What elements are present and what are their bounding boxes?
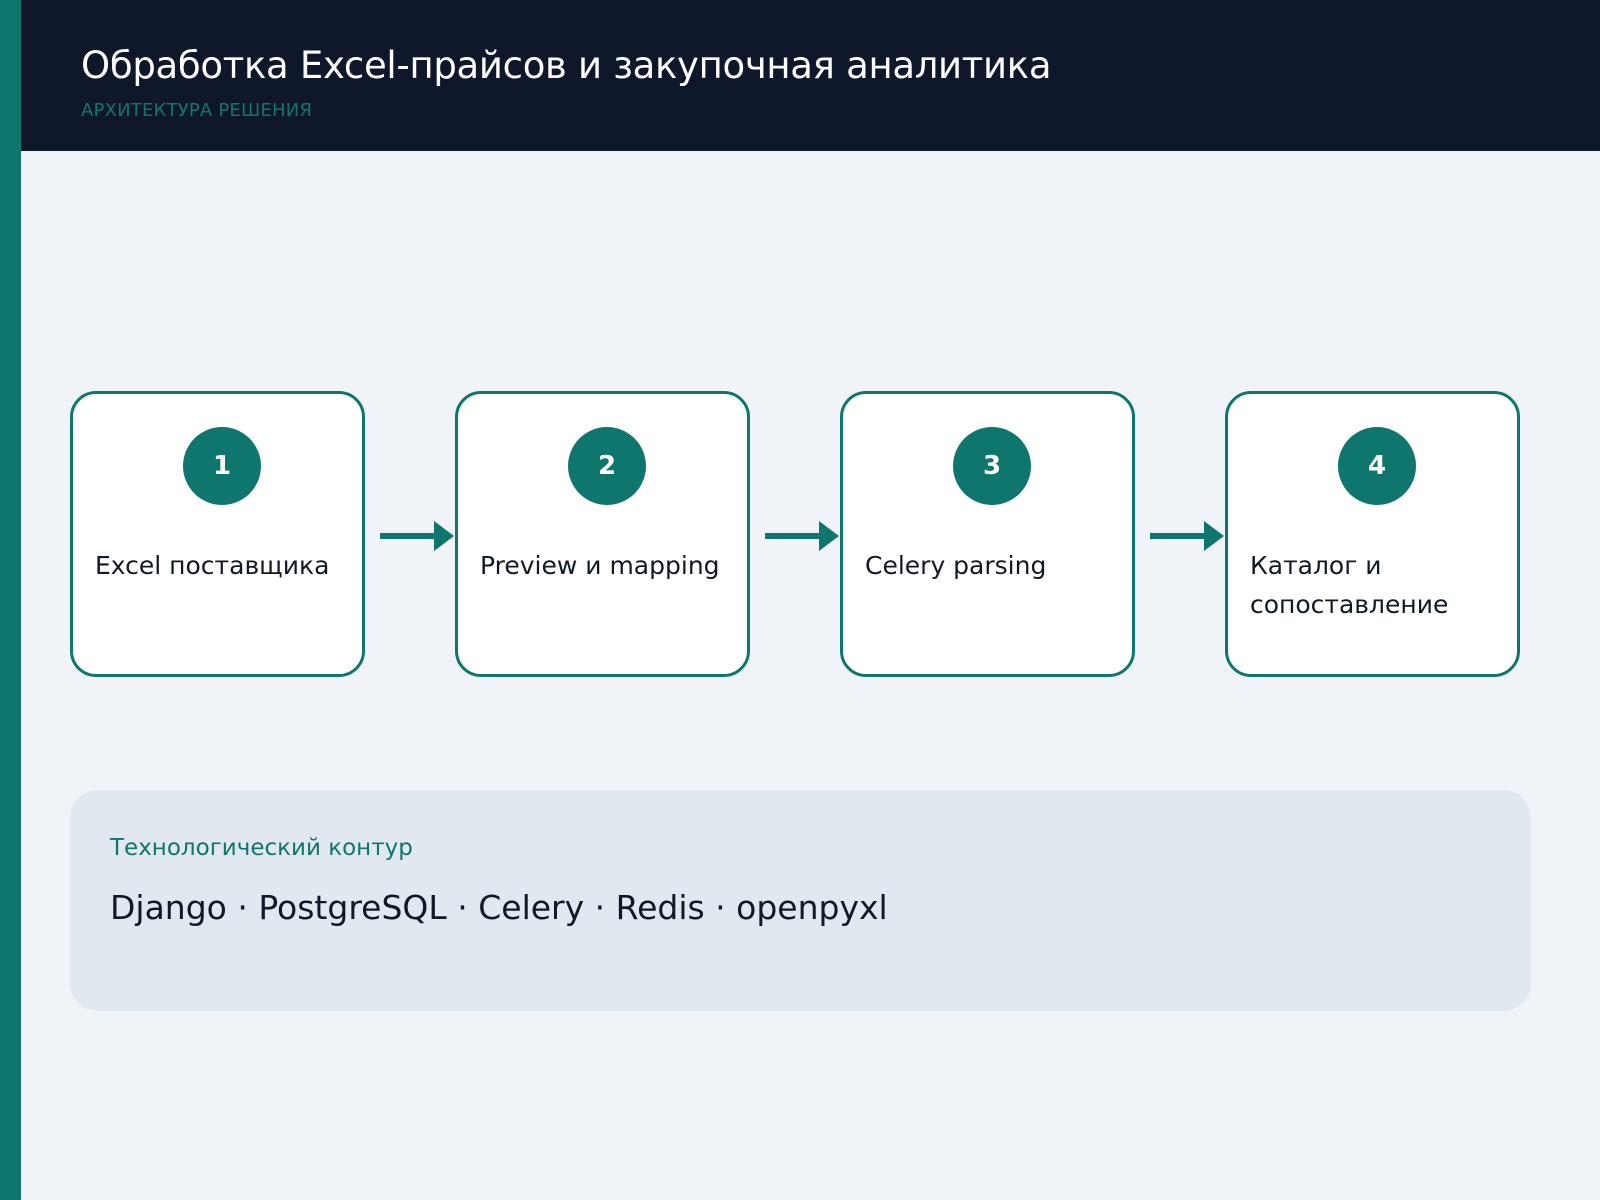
step-card-2: 2 Preview и mapping	[455, 391, 750, 677]
page-title: Обработка Excel-прайсов и закупочная ана…	[81, 44, 1052, 87]
arrow-right-icon	[380, 521, 454, 551]
step-card-1: 1 Excel поставщика	[70, 391, 365, 677]
arrow-right-icon	[765, 521, 839, 551]
step-label: Celery parsing	[865, 551, 1047, 580]
tech-stack-panel: Технологический контур Django · PostgreS…	[70, 790, 1531, 1011]
step-number-badge: 3	[953, 427, 1031, 505]
step-card-4: 4 Каталог и сопоставление	[1225, 391, 1520, 677]
page-subtitle: АРХИТЕКТУРА РЕШЕНИЯ	[81, 100, 313, 121]
step-number-badge: 1	[183, 427, 261, 505]
step-number-badge: 4	[1338, 427, 1416, 505]
header: Обработка Excel-прайсов и закупочная ана…	[21, 0, 1600, 151]
step-label: Excel поставщика	[95, 551, 330, 580]
step-number-badge: 2	[568, 427, 646, 505]
step-card-3: 3 Celery parsing	[840, 391, 1135, 677]
arrow-right-icon	[1150, 521, 1224, 551]
tech-stack-list: Django · PostgreSQL · Celery · Redis · o…	[110, 888, 888, 927]
step-label: Preview и mapping	[480, 551, 720, 580]
step-label: Каталог и сопоставление	[1250, 551, 1449, 619]
tech-stack-heading: Технологический контур	[110, 835, 413, 861]
left-accent-bar	[0, 0, 21, 1200]
